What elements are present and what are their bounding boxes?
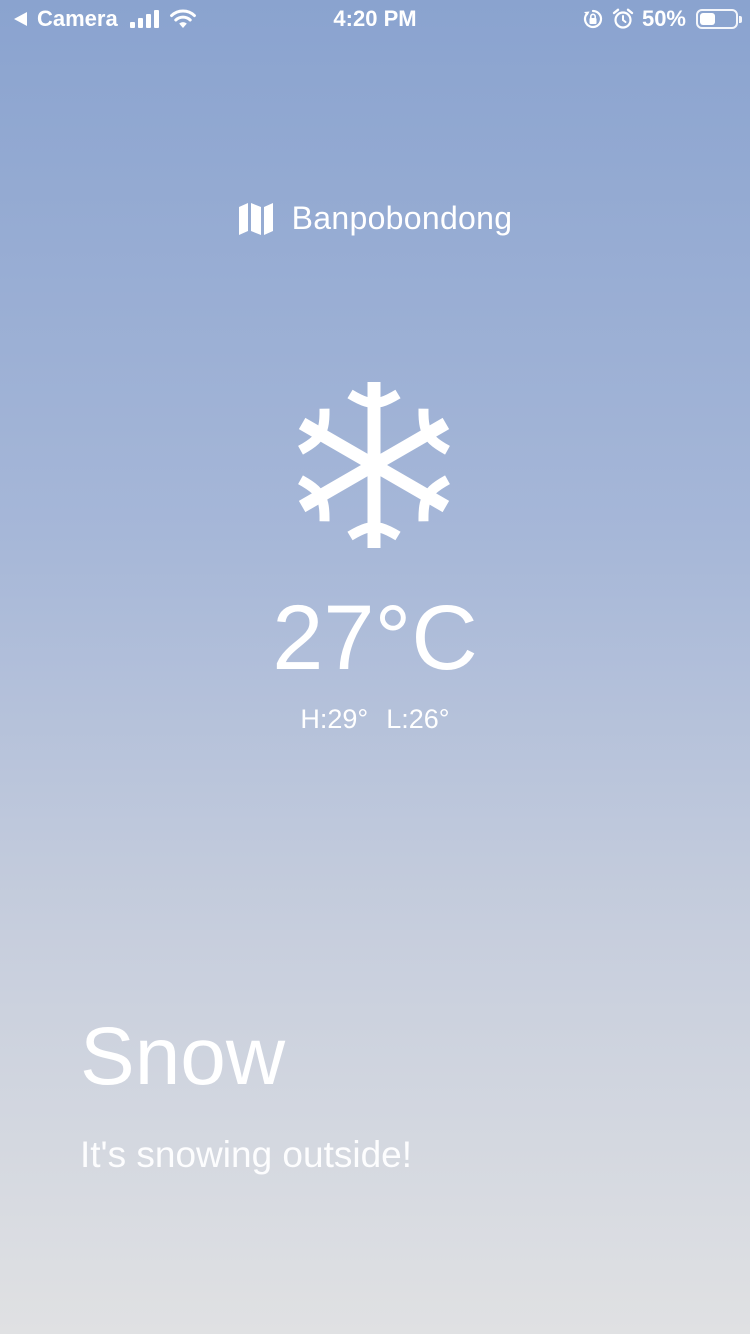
map-icon — [238, 202, 273, 235]
orientation-lock-icon — [583, 9, 603, 29]
status-bar: Camera 4:20 PM 50% — [0, 0, 750, 40]
battery-fill — [700, 13, 715, 25]
high-low-temperature: H:29° L:26° — [0, 704, 750, 735]
battery-cap — [739, 16, 742, 23]
high-temperature: H:29° — [300, 704, 369, 734]
weather-description: It's snowing outside! — [80, 1134, 413, 1175]
battery-percent: 50% — [641, 6, 686, 31]
location-name: Banpobondong — [291, 200, 513, 236]
current-temperature: 27°C — [272, 587, 478, 689]
alarm-icon — [612, 8, 634, 29]
status-bar-right: 50% — [582, 6, 742, 32]
location[interactable]: Banpobondong — [0, 200, 750, 237]
battery-icon — [696, 9, 742, 29]
weather-condition: Snow — [80, 1011, 286, 1102]
snowflake-icon — [287, 382, 461, 552]
low-temperature: L:26° — [386, 704, 450, 734]
